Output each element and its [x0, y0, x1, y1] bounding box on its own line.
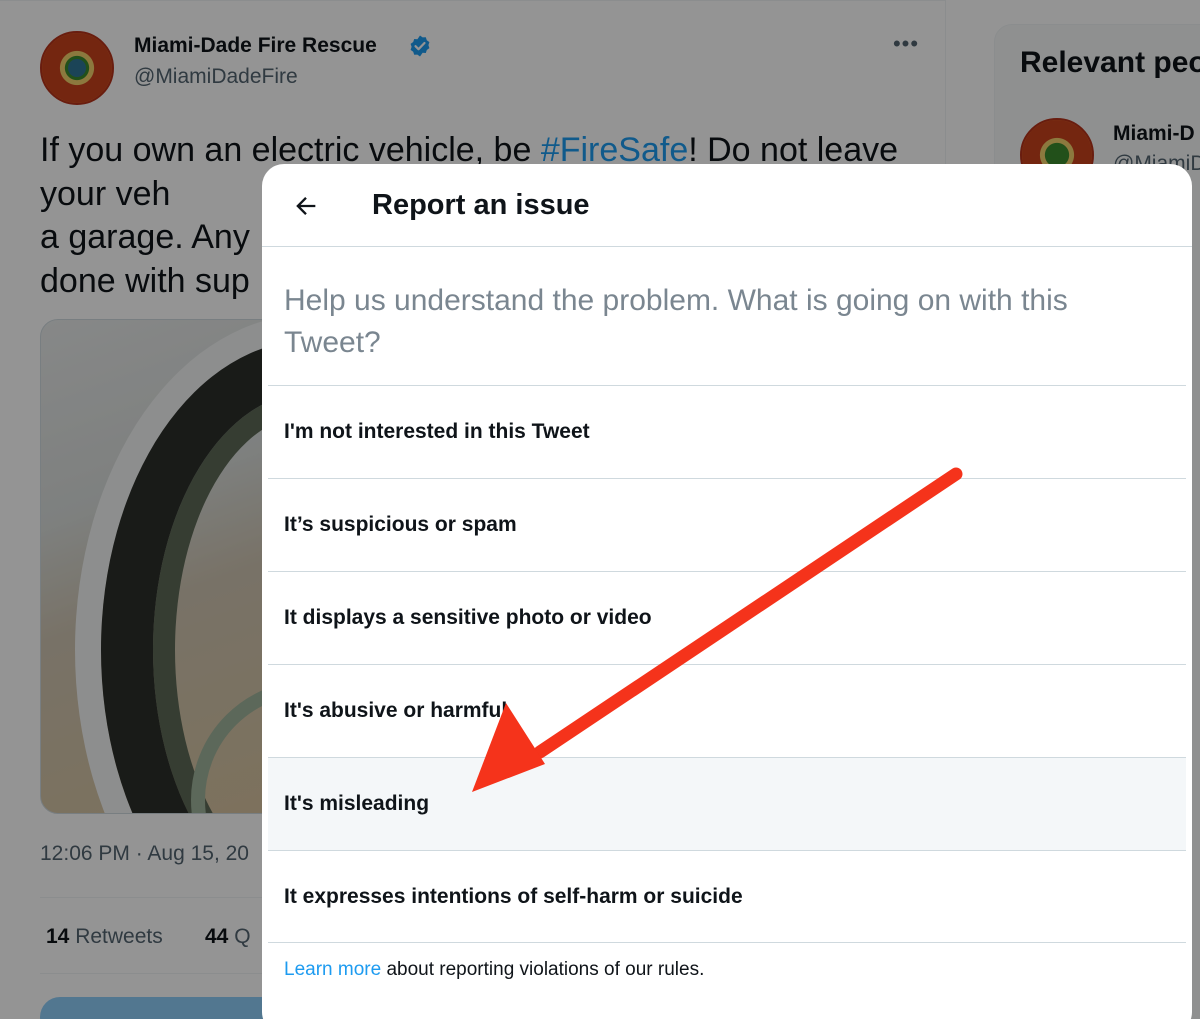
option-label: It displays a sensitive photo or video	[284, 606, 652, 629]
page: Miami-Dade Fire Rescue @MiamiDadeFire ••…	[0, 0, 1200, 1019]
report-options-list: I'm not interested in this Tweet It’s su…	[268, 385, 1186, 943]
learn-more-rest: about reporting violations of our rules.	[381, 959, 705, 980]
option-label: I'm not interested in this Tweet	[284, 420, 590, 443]
dialog-header: Report an issue	[262, 164, 1192, 246]
report-option-not-interested[interactable]: I'm not interested in this Tweet	[268, 385, 1186, 478]
learn-more-text: Learn more about reporting violations of…	[284, 959, 704, 981]
option-label: It expresses intentions of self-harm or …	[284, 884, 743, 908]
arrow-left-icon	[296, 197, 316, 215]
report-issue-dialog: Report an issue Help us understand the p…	[262, 164, 1192, 1019]
back-button[interactable]	[284, 184, 328, 228]
report-option-spam[interactable]: It’s suspicious or spam	[268, 478, 1186, 571]
divider	[262, 246, 1192, 247]
option-label: It's misleading	[284, 792, 430, 815]
report-option-abusive[interactable]: It's abusive or harmful	[268, 664, 1186, 757]
report-option-sensitive-media[interactable]: It displays a sensitive photo or video	[268, 571, 1186, 664]
learn-more-link[interactable]: Learn more	[284, 959, 381, 980]
dialog-title: Report an issue	[372, 189, 590, 221]
report-option-self-harm[interactable]: It expresses intentions of self-harm or …	[268, 850, 1186, 943]
report-option-misleading[interactable]: It's misleading	[268, 757, 1186, 850]
option-label: It's abusive or harmful	[284, 699, 508, 722]
dialog-question: Help us understand the problem. What is …	[284, 284, 1068, 359]
option-label: It’s suspicious or spam	[284, 513, 517, 536]
